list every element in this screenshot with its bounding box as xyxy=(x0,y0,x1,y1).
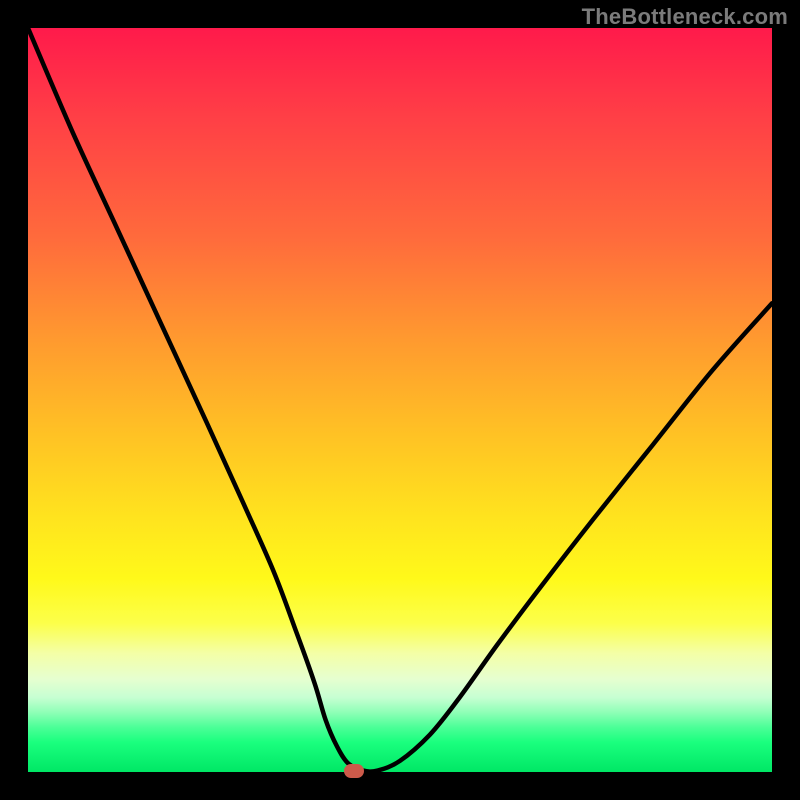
optimum-marker xyxy=(344,764,364,778)
plot-area xyxy=(28,28,772,772)
chart-frame: TheBottleneck.com xyxy=(0,0,800,800)
watermark-text: TheBottleneck.com xyxy=(582,4,788,30)
bottleneck-curve xyxy=(28,28,772,772)
